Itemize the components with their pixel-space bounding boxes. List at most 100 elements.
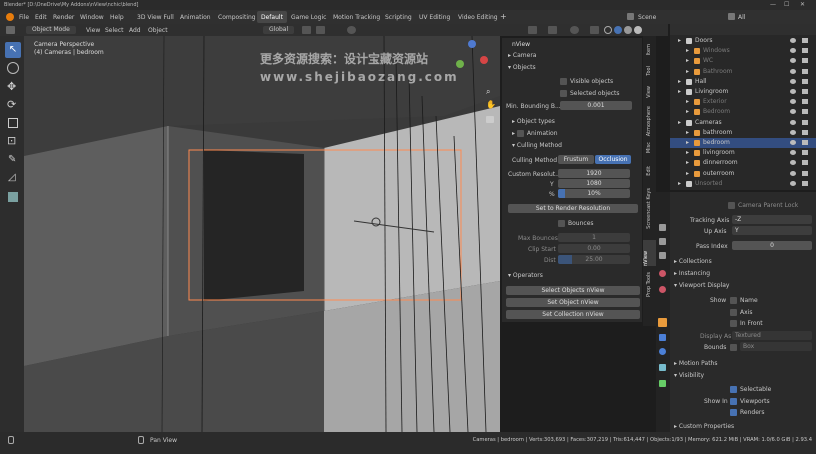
tab-item[interactable]: Item bbox=[646, 44, 652, 55]
expand-arrow-icon[interactable]: ▸ bbox=[678, 78, 681, 85]
menu-add[interactable]: Add bbox=[129, 27, 141, 34]
outliner-row[interactable]: ▸ livingroom bbox=[670, 148, 816, 158]
outliner-row[interactable]: ▸ outerroom bbox=[670, 169, 816, 179]
render-visibility-icon[interactable] bbox=[802, 48, 808, 54]
rotate-tool-icon[interactable]: ⟳ bbox=[7, 98, 16, 111]
outliner-row[interactable]: ▸ Unsorted bbox=[670, 179, 816, 189]
expand-arrow-icon[interactable]: ▸ bbox=[686, 47, 689, 54]
visibility-eye-icon[interactable] bbox=[790, 129, 796, 135]
expand-arrow-icon[interactable]: ▸ bbox=[686, 129, 689, 136]
visibility-eye-icon[interactable] bbox=[790, 89, 796, 94]
render-visibility-icon[interactable] bbox=[802, 160, 808, 166]
render-visibility-icon[interactable] bbox=[802, 78, 808, 84]
outliner-row[interactable]: ▸ Hall bbox=[670, 77, 816, 87]
expand-arrow-icon[interactable]: ▸ bbox=[686, 98, 689, 105]
outliner-row[interactable]: ▸ Bedroom bbox=[670, 107, 816, 117]
move-tool-icon[interactable]: ✥ bbox=[7, 80, 16, 93]
outliner-row[interactable]: ▸ bedroom bbox=[670, 138, 816, 148]
viewports-checkbox[interactable]: Viewports bbox=[730, 398, 770, 405]
workspace-tab-gamelogic[interactable]: Game Logic bbox=[291, 14, 326, 21]
resolution-y-field[interactable]: 1080 bbox=[558, 179, 630, 188]
expand-arrow-icon[interactable]: ▸ bbox=[678, 37, 681, 44]
view-layer-properties-icon[interactable] bbox=[659, 252, 666, 259]
outliner-row[interactable]: ▸ Windows bbox=[670, 46, 816, 56]
modifier-properties-icon[interactable] bbox=[659, 334, 666, 341]
show-name-checkbox[interactable]: Name bbox=[730, 297, 758, 304]
proportional-edit-icon[interactable] bbox=[347, 26, 356, 34]
render-properties-icon[interactable] bbox=[659, 224, 666, 231]
outliner-row[interactable]: ▸ Doors bbox=[670, 36, 816, 46]
render-visibility-icon[interactable] bbox=[802, 38, 808, 43]
render-visibility-icon[interactable] bbox=[802, 180, 808, 186]
output-properties-icon[interactable] bbox=[659, 238, 666, 245]
render-visibility-icon[interactable] bbox=[802, 170, 808, 176]
axis-x-icon[interactable] bbox=[480, 56, 488, 64]
shading-wireframe-icon[interactable] bbox=[604, 26, 612, 34]
scene-icon[interactable] bbox=[627, 13, 634, 20]
workspace-tab-default[interactable]: Default bbox=[257, 11, 287, 23]
snap-icon[interactable] bbox=[316, 26, 325, 34]
orientation-selector[interactable]: Global bbox=[263, 26, 295, 34]
visibility-eye-icon[interactable] bbox=[790, 78, 796, 84]
menu-view[interactable]: View bbox=[86, 27, 100, 34]
camera-section[interactable]: ▸ Camera bbox=[508, 52, 536, 59]
visibility-eye-icon[interactable] bbox=[790, 109, 796, 115]
scene-properties-icon[interactable] bbox=[659, 270, 666, 277]
selectable-checkbox[interactable]: Selectable bbox=[730, 386, 771, 393]
shading-solid-icon[interactable] bbox=[614, 26, 622, 34]
data-properties-icon[interactable] bbox=[659, 380, 666, 387]
renders-checkbox[interactable]: Renders bbox=[730, 409, 765, 416]
close-icon[interactable]: ✕ bbox=[800, 1, 805, 8]
scale-tool-icon[interactable] bbox=[8, 118, 18, 128]
visibility-eye-icon[interactable] bbox=[790, 180, 796, 186]
visibility-eye-icon[interactable] bbox=[790, 58, 796, 64]
visibility-eye-icon[interactable] bbox=[790, 38, 796, 43]
workspace-tab-uvediting[interactable]: UV Editing bbox=[419, 14, 450, 21]
custom-properties-section[interactable]: ▸ Custom Properties bbox=[674, 423, 734, 430]
expand-arrow-icon[interactable]: ▸ bbox=[678, 180, 681, 187]
editor-type-icon[interactable] bbox=[6, 26, 15, 34]
expand-arrow-icon[interactable]: ▸ bbox=[686, 159, 689, 166]
camera-parent-lock-checkbox[interactable]: Camera Parent Lock bbox=[728, 202, 798, 209]
workspace-tab-compositing[interactable]: Compositing bbox=[218, 14, 256, 21]
clip-start-field[interactable]: 0.00 bbox=[558, 244, 630, 253]
resolution-x-field[interactable]: 1920 bbox=[558, 169, 630, 178]
expand-arrow-icon[interactable]: ▸ bbox=[686, 149, 689, 156]
view-layer-selector[interactable]: All bbox=[738, 14, 745, 21]
tab-atmosphere[interactable]: Atmosphere bbox=[646, 106, 652, 136]
object-properties-icon[interactable] bbox=[658, 318, 667, 327]
select-objects-nview-button[interactable]: Select Objects nView bbox=[506, 286, 640, 295]
mode-selector[interactable]: Object Mode bbox=[26, 26, 76, 34]
set-object-nview-button[interactable]: Set Object nView bbox=[506, 298, 640, 307]
culling-method-section[interactable]: ▾ Culling Method bbox=[512, 142, 562, 149]
in-front-box[interactable] bbox=[730, 320, 737, 327]
tracking-axis-select[interactable]: -Z bbox=[732, 215, 812, 224]
render-visibility-icon[interactable] bbox=[802, 150, 808, 156]
outliner-row[interactable]: ▸ Bathroom bbox=[670, 67, 816, 77]
show-axis-box[interactable] bbox=[730, 309, 737, 316]
workspace-tab-animation[interactable]: Animation bbox=[180, 14, 211, 21]
render-visibility-icon[interactable] bbox=[802, 140, 808, 145]
pivot-icon[interactable] bbox=[302, 26, 311, 34]
menu-render[interactable]: Render bbox=[53, 14, 74, 21]
transform-tool-icon[interactable]: ⊡ bbox=[7, 134, 16, 147]
workspace-tab-3dviewfull[interactable]: 3D View Full bbox=[137, 14, 174, 21]
visibility-eye-icon[interactable] bbox=[790, 150, 796, 156]
expand-arrow-icon[interactable]: ▸ bbox=[686, 68, 689, 75]
selected-objects-checkbox[interactable]: Selected objects bbox=[560, 90, 620, 97]
viewport[interactable]: Camera Perspective (4) Cameras | bedroom… bbox=[24, 36, 500, 432]
xray-icon[interactable] bbox=[590, 26, 599, 34]
physics-properties-icon[interactable] bbox=[659, 348, 666, 355]
bounds-select[interactable]: Box bbox=[740, 342, 812, 351]
animation-checkbox[interactable] bbox=[516, 130, 524, 137]
min-bounding-field[interactable]: 0.001 bbox=[560, 101, 632, 110]
dist-field[interactable]: 25.00 bbox=[558, 255, 630, 264]
resolution-percent-field[interactable]: 10% bbox=[558, 189, 630, 198]
up-axis-select[interactable]: Y bbox=[732, 226, 812, 235]
pass-index-field[interactable]: 0 bbox=[732, 241, 812, 250]
max-bounces-field[interactable]: 1 bbox=[558, 233, 630, 242]
visible-objects-checkbox[interactable]: Visible objects bbox=[560, 78, 613, 85]
display-as-select[interactable]: Textured bbox=[732, 331, 812, 340]
render-visibility-icon[interactable] bbox=[802, 68, 808, 74]
tab-prop-tools[interactable]: Prop Tools bbox=[646, 272, 652, 297]
